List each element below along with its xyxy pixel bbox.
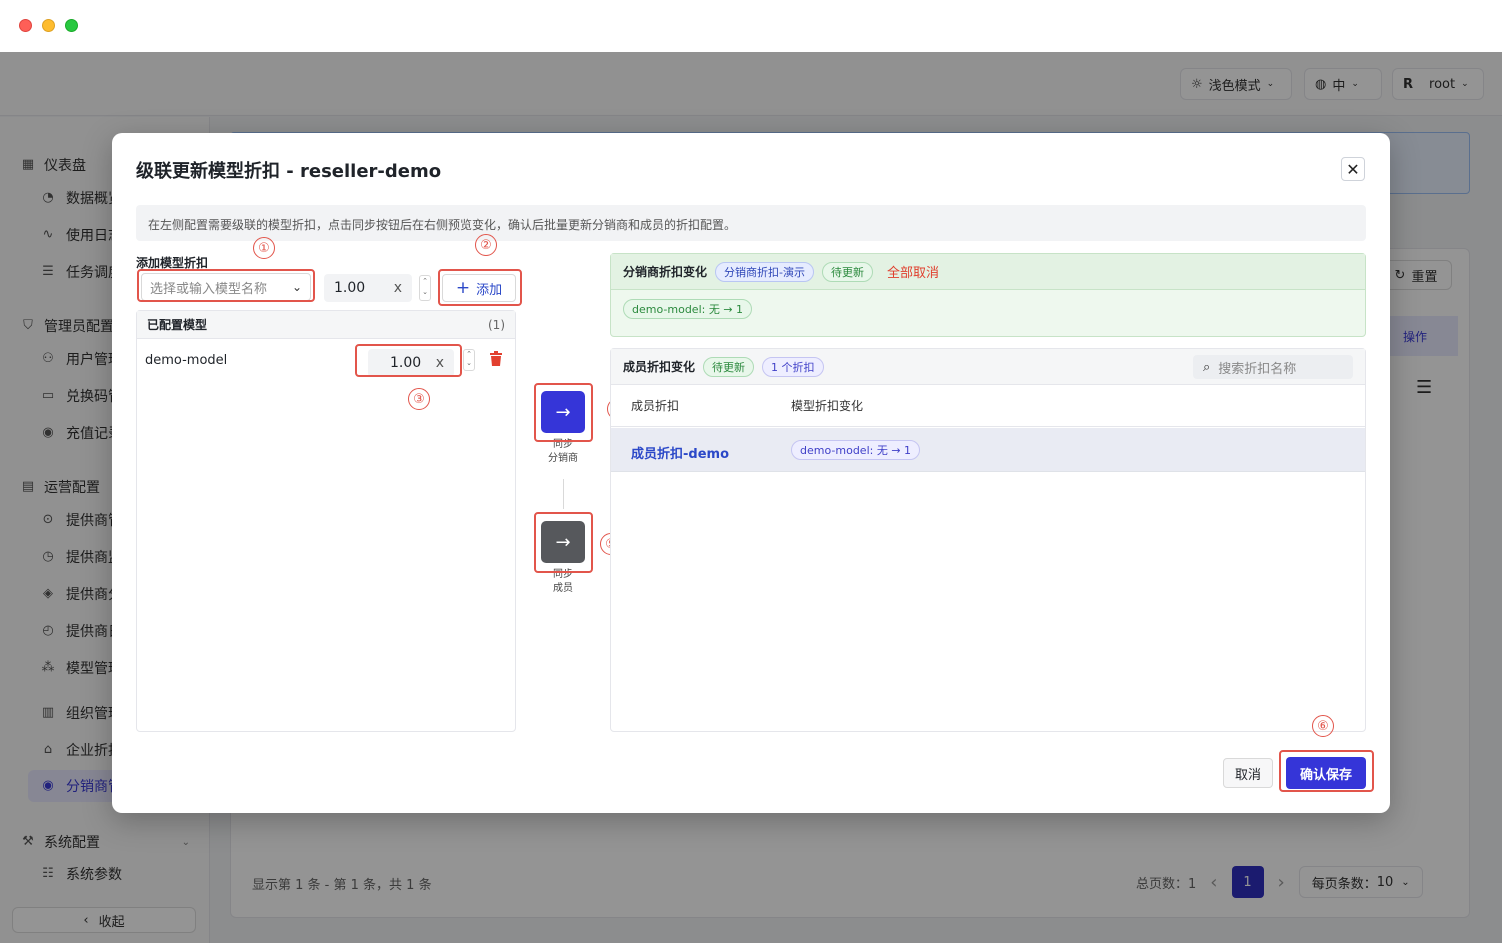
member-name-link[interactable]: 成员折扣-demo [631,443,729,462]
search-icon: ⌕ [1203,359,1211,375]
sync-reseller-label: 同步 分销商 [548,439,578,464]
configured-title: 已配置模型 [147,318,208,332]
annotation-box-4 [534,383,593,442]
modal-info: 在左侧配置需要级联的模型折扣，点击同步按钮后在右侧预览变化，确认后批量更新分销商… [136,205,1366,241]
annotation-box-5 [534,512,593,573]
close-window-button[interactable] [19,19,32,32]
close-icon[interactable]: ✕ [1341,157,1365,181]
annotation-3: ③ [408,388,430,410]
cancel-button[interactable]: 取消 [1223,758,1273,788]
annotation-box-6 [1279,750,1374,792]
member-change-panel: 成员折扣变化 待更新 1 个折扣 ⌕ 搜索折扣名称 成员折扣 模型折扣变化 成员… [610,348,1366,732]
discount-search-input[interactable]: ⌕ 搜索折扣名称 [1193,355,1353,379]
annotation-2: ② [475,234,497,256]
cancel-all-link[interactable]: 全部取消 [887,262,939,281]
pending-tag: 待更新 [821,261,873,282]
reseller-tag: 分销商折扣-演示 [715,261,814,282]
reseller-change-panel: 分销商折扣变化 分销商折扣-演示 待更新 全部取消 demo-model: 无 … [610,253,1366,337]
annotation-6: ⑥ [1312,715,1334,737]
configured-models-header: 已配置模型 (1) [137,311,515,339]
annotation-box-3 [355,344,462,377]
cascade-discount-modal: 级联更新模型折扣 - reseller-demo ✕ 在左侧配置需要级联的模型折… [112,133,1390,813]
configured-model-name: demo-model [145,353,228,368]
member-change-tag: demo-model: 无 → 1 [791,440,921,460]
modal-title: 级联更新模型折扣 - reseller-demo [136,161,442,182]
table-row[interactable]: 成员折扣-demo demo-model: 无 → 1 [611,428,1365,472]
reseller-change-header: 分销商折扣变化 分销商折扣-演示 待更新 全部取消 [611,254,1365,290]
annotation-1: ① [253,237,275,259]
zoom-window-button[interactable] [65,19,78,32]
col-change: 模型折扣变化 [791,399,864,413]
sync-connector [563,479,564,509]
add-value-stepper[interactable]: ⌃ ⌄ [419,275,431,301]
annotation-box-2 [438,269,522,306]
col-member: 成员折扣 [631,399,680,413]
configured-count: (1) [488,317,505,332]
configured-value-stepper[interactable]: ⌃ ⌄ [463,349,475,371]
member-table-header: 成员折扣 模型折扣变化 [611,385,1365,427]
annotation-box-1 [137,269,315,302]
minimize-window-button[interactable] [42,19,55,32]
member-change-title: 成员折扣变化 [623,360,696,374]
member-count-tag: 1 个折扣 [762,356,824,377]
trash-icon[interactable] [489,351,503,367]
reseller-change-item: demo-model: 无 → 1 [623,299,753,319]
member-change-header: 成员折扣变化 待更新 1 个折扣 ⌕ 搜索折扣名称 [611,349,1365,385]
add-discount-value-input[interactable]: 1.00 x [324,274,412,302]
reseller-change-title: 分销商折扣变化 [623,265,708,279]
window-titlebar [0,0,1502,52]
member-pending-tag: 待更新 [703,356,755,377]
